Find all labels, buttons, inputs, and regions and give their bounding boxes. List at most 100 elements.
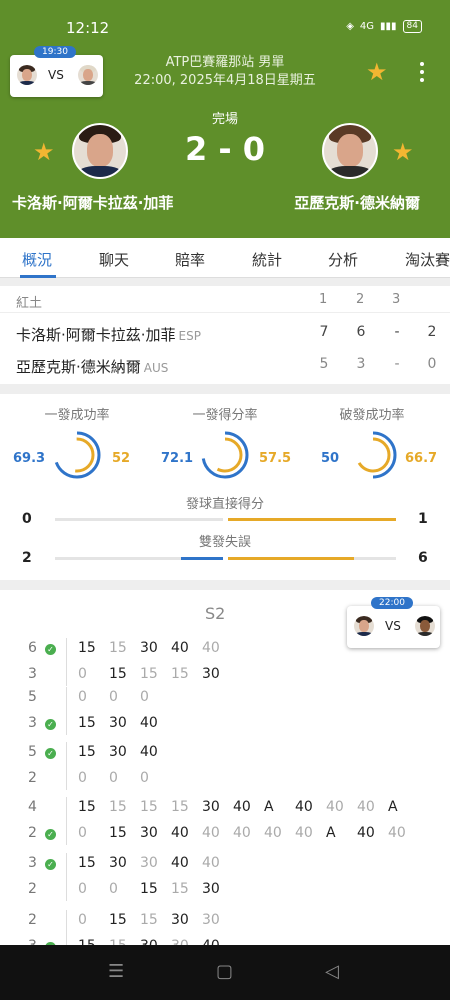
player1-favorite-star-icon[interactable]: ★ bbox=[33, 138, 55, 166]
player1-avatar[interactable] bbox=[72, 123, 128, 179]
point-score: 15 bbox=[140, 881, 158, 897]
game-score-top: 2 bbox=[28, 912, 37, 928]
active-tab-indicator bbox=[20, 275, 56, 278]
point-score: 0 bbox=[78, 666, 87, 682]
stat-break-p2: 66.7 bbox=[405, 451, 438, 466]
tab-overview[interactable]: 概況 bbox=[22, 249, 52, 270]
p1-total: 2 bbox=[427, 324, 437, 340]
point-score: 15 bbox=[109, 666, 127, 682]
double-faults-bar-p1 bbox=[181, 557, 223, 560]
match-score: 2 - 0 bbox=[184, 130, 266, 168]
point-score: 30 bbox=[202, 666, 220, 682]
tab-stats[interactable]: 統計 bbox=[252, 249, 282, 270]
point-score: 0 bbox=[78, 912, 87, 928]
point-row: 15 30 40 bbox=[78, 715, 171, 731]
p1-set2: 6 bbox=[356, 324, 366, 340]
set2-point-by-point: S2 22:00 VS 6 3 ✓ 15 15 30 40 40 0 15 15 15 30 5 3 ✓ 0 0 0… bbox=[0, 590, 450, 958]
scoreboard: 紅土 1 2 3 卡洛斯·阿爾卡拉茲·加菲 ESP 7 6 - 2 亞歷克斯·德米… bbox=[0, 286, 450, 384]
point-score: 40 bbox=[357, 799, 375, 815]
aces-title: 發球直接得分 bbox=[185, 497, 264, 512]
game-score-top: 6 bbox=[28, 640, 37, 656]
aces-p2: 1 bbox=[418, 511, 428, 527]
battery-icon: 84 bbox=[402, 20, 422, 33]
signal-icon: ▮▮▮ bbox=[380, 21, 397, 32]
status-icons: ◈ 4G ▮▮▮ 84 bbox=[346, 20, 422, 33]
p1-set1: 7 bbox=[319, 324, 329, 340]
stats-panel: 一發成功率 一發得分率 破發成功率 69.3 52 72.1 57.5 50 6… bbox=[0, 394, 450, 580]
point-score: 30 bbox=[109, 855, 127, 871]
point-score: 15 bbox=[109, 799, 127, 815]
tab-bar: 概況 聊天 賠率 統計 分析 淘汰賽 bbox=[0, 238, 450, 278]
point-score: 15 bbox=[140, 666, 158, 682]
player2-avatar[interactable] bbox=[322, 123, 378, 179]
point-score: 40 bbox=[171, 855, 189, 871]
point-score: 30 bbox=[109, 715, 127, 731]
point-score: 40 bbox=[264, 825, 282, 841]
player1-name[interactable]: 卡洛斯·阿爾卡拉茲·加菲 bbox=[12, 192, 173, 213]
point-score: 15 bbox=[78, 855, 96, 871]
scoreboard-player2-country: AUS bbox=[143, 361, 169, 375]
tab-chat[interactable]: 聊天 bbox=[99, 249, 129, 270]
point-row: 0 0 0 bbox=[78, 770, 171, 786]
tab-analysis[interactable]: 分析 bbox=[328, 249, 358, 270]
point-row: 0 15 30 40 40 40 40 40 A 40 40 bbox=[78, 825, 419, 841]
league-info: ATP巴賽羅那站 男單 22:00, 2025年4月18日星期五 bbox=[100, 54, 350, 90]
point-score: 0 bbox=[78, 881, 87, 897]
point-score: 40 bbox=[357, 825, 375, 841]
player-avatar bbox=[354, 616, 374, 636]
point-score: 0 bbox=[109, 881, 118, 897]
point-score: 30 bbox=[140, 855, 158, 871]
serve-check-icon: ✓ bbox=[45, 829, 56, 840]
game-score-bottom: 3 bbox=[28, 715, 37, 731]
point-row: 15 30 30 40 40 bbox=[78, 855, 233, 871]
next-match-card[interactable]: 22:00 VS bbox=[347, 597, 440, 648]
point-score: 15 bbox=[171, 881, 189, 897]
point-row: 15 15 15 15 30 40 A 40 40 40 A bbox=[78, 799, 419, 815]
player2-name[interactable]: 亞歷克斯·德米納爾 bbox=[294, 192, 420, 213]
serve-check-icon: ✓ bbox=[45, 859, 56, 870]
point-score: 40 bbox=[388, 825, 406, 841]
home-icon[interactable]: ▢ bbox=[216, 961, 233, 982]
previous-match-card[interactable]: 19:30 VS bbox=[10, 46, 103, 97]
point-score: 30 bbox=[140, 640, 158, 656]
point-score: 40 bbox=[202, 855, 220, 871]
set-title: S2 bbox=[205, 604, 226, 623]
ring-chart-first-serve-win bbox=[201, 431, 249, 479]
p2-total: 0 bbox=[427, 356, 437, 372]
point-score: 40 bbox=[171, 640, 189, 656]
stat-first-serve-title: 一發成功率 bbox=[44, 408, 110, 423]
system-nav-bar: ☰ ▢ ◁ bbox=[0, 945, 450, 1000]
point-row: 15 15 30 40 40 bbox=[78, 640, 233, 656]
point-row: 0 0 15 15 30 bbox=[78, 881, 233, 897]
stat-break-p1: 50 bbox=[321, 451, 340, 466]
tab-knockout[interactable]: 淘汰賽 bbox=[405, 249, 450, 270]
previous-match-time: 19:30 bbox=[34, 46, 76, 58]
more-menu-icon[interactable] bbox=[420, 62, 424, 86]
p2-set1: 5 bbox=[319, 356, 329, 372]
point-score: 30 bbox=[202, 881, 220, 897]
match-datetime: 22:00, 2025年4月18日星期五 bbox=[134, 73, 316, 88]
double-faults-title: 雙發失誤 bbox=[198, 535, 251, 550]
ring-chart-break bbox=[349, 431, 397, 479]
game-score-bottom: 3 bbox=[28, 666, 37, 682]
scoreboard-row-player1: 卡洛斯·阿爾卡拉茲·加菲 ESP bbox=[16, 324, 201, 345]
league-name: ATP巴賽羅那站 男單 bbox=[165, 55, 285, 70]
back-icon[interactable]: ◁ bbox=[325, 961, 339, 982]
player-avatar bbox=[17, 65, 37, 85]
game-score-top: 5 bbox=[28, 744, 37, 760]
scoreboard-player2-name: 亞歷克斯·德米納爾 bbox=[16, 358, 141, 376]
point-score: 15 bbox=[78, 640, 96, 656]
point-score: 40 bbox=[140, 715, 158, 731]
vs-label: VS bbox=[48, 68, 64, 82]
player2-favorite-star-icon[interactable]: ★ bbox=[392, 138, 414, 166]
stat-first-serve-win-p1: 72.1 bbox=[161, 451, 194, 466]
point-score: 15 bbox=[109, 640, 127, 656]
serve-check-icon: ✓ bbox=[45, 644, 56, 655]
favorite-star-icon[interactable]: ★ bbox=[366, 58, 388, 86]
point-score: 0 bbox=[140, 770, 149, 786]
game-score-bottom: 2 bbox=[28, 881, 37, 897]
point-score: 40 bbox=[326, 799, 344, 815]
recent-apps-icon[interactable]: ☰ bbox=[108, 961, 124, 982]
set-header-1: 1 bbox=[319, 292, 328, 307]
tab-odds[interactable]: 賠率 bbox=[175, 249, 205, 270]
